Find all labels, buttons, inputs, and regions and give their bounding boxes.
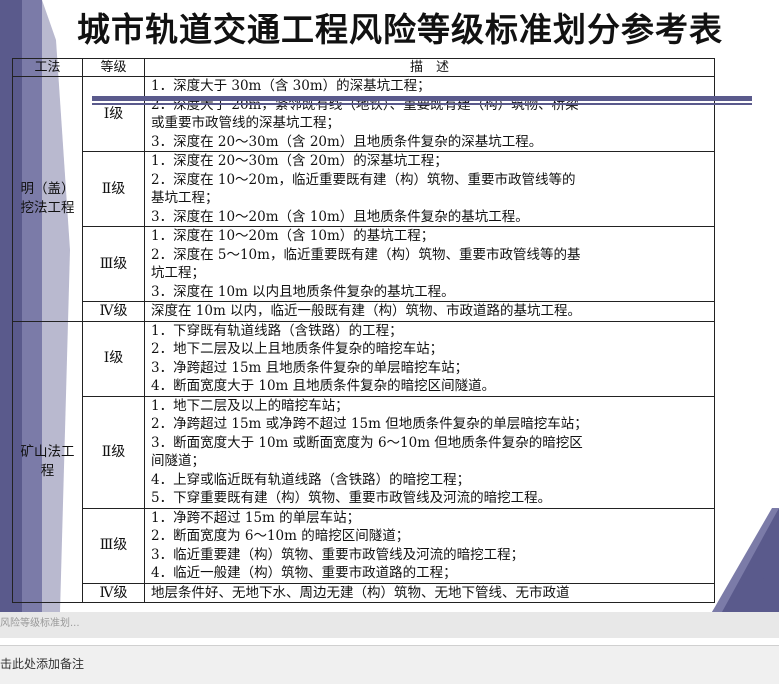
description-line: 3．临近重要建（构）筑物、重要市政管线及河流的暗挖工程；: [151, 546, 525, 563]
table-header-row: 工法 等级 描 述: [12, 58, 715, 77]
description-line: 地层条件好、无地下水、周边无建（构）筑物、无地下管线、无市政道: [151, 584, 570, 601]
description-cell: 1．深度在 10～20m（含 10m）的基坑工程； 2．深度在 5～10m，临近重…: [144, 226, 715, 302]
risk-level-table[interactable]: 工法 等级 描 述 明（盖）挖法工程 Ⅰ级 1．深度大于 30m（含 30m）的深基…: [12, 58, 715, 603]
table-row: Ⅱ级 1．地下二层及以上的暗挖车站； 2．净跨超过 15m 或净跨不超过 15m 但…: [13, 395, 715, 509]
title-underline-thin: [92, 103, 752, 105]
description-cell: 1．净跨不超过 15m 的单层车站； 2．断面宽度为 6～10m 的暗挖区间隧道；…: [144, 507, 715, 584]
grade-cell: Ⅱ级: [82, 151, 145, 227]
corner-decoration: [712, 508, 779, 612]
grade-cell: Ⅱ级: [82, 395, 145, 509]
description-line: 3．深度在 10m 以内且地质条件复杂的基坑工程。: [151, 283, 455, 300]
description-line: 4．临近一般建（构）筑物、重要市政道路的工程；: [151, 565, 457, 581]
description-line: 间隧道；: [151, 453, 205, 469]
method-cell: 矿山法工程: [12, 320, 83, 603]
description-cell: 深度在 10m 以内，临近一般既有建（构）筑物、市政道路的基坑工程。: [144, 301, 715, 322]
description-line: 或重要市政管线的深基坑工程；: [151, 115, 340, 131]
description-cell: 1．深度大于 30m（含 30m）的深基坑工程；2．深度大于 20m，紧邻既有线…: [144, 76, 715, 152]
header-grade: 等级: [82, 58, 145, 77]
table-row: 明（盖）挖法工程Ⅰ级1．深度大于 30m（含 30m）的深基坑工程；2．深度大于…: [12, 76, 715, 322]
description-line: 2．地下二层及以上且地质条件复杂的暗挖车站；: [151, 341, 444, 357]
description-line: 5．下穿重要既有建（构）筑物、重要市政管线及河流的暗挖工程。: [151, 490, 552, 506]
description-line: 2．深度在 5～10m，临近重要既有建（构）筑物、重要市政管线等的基: [151, 246, 581, 263]
description-line: 基坑工程；: [151, 190, 219, 206]
description-cell: 地层条件好、无地下水、周边无建（构）筑物、无地下管线、无市政道: [144, 582, 715, 603]
table-row: 矿山法工程 Ⅰ级 1．下穿既有轨道线路（含铁路）的工程； 2．地下二层及以上且地质条件…: [12, 320, 715, 603]
grade-cell: Ⅰ级: [82, 76, 145, 152]
description-line: 4．上穿或临近既有轨道线路（含铁路）的暗挖工程；: [151, 471, 471, 488]
table-row: Ⅱ级 1．深度在 20～30m（含 20m）的深基坑工程； 2．深度在 10～20m…: [13, 151, 715, 227]
header-description: 描 述: [144, 58, 715, 77]
description-line: 3．深度在 10～20m（含 10m）且地质条件复杂的基坑工程。: [151, 208, 529, 225]
description-line: 1．下穿既有轨道线路（含铁路）的工程；: [151, 322, 403, 339]
slide-thumbnail-strip: [0, 612, 779, 638]
slide-canvas: 城市轨道交通工程风险等级标准划分参考表 工法 等级 描 述 明（盖）挖法工程 Ⅰ级…: [0, 0, 779, 612]
description-line: 1．深度大于 30m（含 30m）的深基坑工程；: [151, 78, 431, 94]
page-number: 7: [758, 570, 770, 589]
description-line: 深度在 10m 以内，临近一般既有建（构）筑物、市政道路的基坑工程。: [151, 303, 582, 319]
description-line: 4．断面宽度大于 10m 且地质条件复杂的暗挖区间隧道。: [151, 378, 496, 394]
grade-cell: Ⅰ级: [82, 320, 145, 397]
grade-cell: Ⅳ级: [82, 301, 145, 322]
title-underline-bar: [92, 96, 752, 101]
description-line: 3．深度在 20～30m（含 20m）且地质条件复杂的深基坑工程。: [151, 133, 543, 150]
header-method: 工法: [12, 58, 83, 77]
notes-placeholder[interactable]: 击此处添加备注: [0, 655, 84, 672]
description-line: 3．净跨超过 15m 且地质条件复杂的单层暗挖车站；: [151, 359, 469, 376]
description-line: 2．断面宽度为 6～10m 的暗挖区间隧道；: [151, 528, 410, 544]
description-line: 1．深度在 10～20m（含 10m）的基坑工程；: [151, 228, 435, 244]
description-line: 2．净跨超过 15m 或净跨不超过 15m 但地质条件复杂的单层暗挖车站；: [151, 416, 588, 432]
description-cell: 1．下穿既有轨道线路（含铁路）的工程； 2．地下二层及以上且地质条件复杂的暗挖车站…: [144, 320, 715, 397]
description-line: 3．断面宽度大于 10m 或断面宽度为 6～10m 但地质条件复杂的暗挖区: [151, 434, 583, 451]
description-line: 2．深度在 10～20m，临近重要既有建（构）筑物、重要市政管线等的: [151, 171, 576, 188]
description-line: 坑工程；: [151, 265, 205, 281]
grade-cell: Ⅳ级: [82, 582, 145, 603]
description-cell: 1．地下二层及以上的暗挖车站； 2．净跨超过 15m 或净跨不超过 15m 但地质…: [144, 395, 715, 509]
description-line: 1．地下二层及以上的暗挖车站；: [151, 397, 349, 414]
description-line: 1．净跨不超过 15m 的单层车站；: [151, 509, 361, 526]
slide-title[interactable]: 城市轨道交通工程风险等级标准划分参考表: [40, 4, 760, 56]
table-row: Ⅲ级 1．净跨不超过 15m 的单层车站； 2．断面宽度为 6～10m 的暗挖区间隧…: [13, 507, 715, 584]
description-line: 1．深度在 20～30m（含 20m）的深基坑工程；: [151, 153, 448, 169]
table-row: Ⅳ级 地层条件好、无地下水、周边无建（构）筑物、无地下管线、无市政道: [13, 582, 715, 603]
notes-pane[interactable]: [0, 645, 779, 684]
table-row: Ⅳ级 深度在 10m 以内，临近一般既有建（构）筑物、市政道路的基坑工程。: [13, 301, 715, 322]
thumbnail-label[interactable]: 风险等级标准划...: [0, 614, 100, 634]
table-row: Ⅲ级 1．深度在 10～20m（含 10m）的基坑工程； 2．深度在 5～10m，临…: [13, 226, 715, 302]
grade-cell: Ⅲ级: [82, 226, 145, 302]
method-cell: 明（盖）挖法工程: [12, 76, 83, 322]
description-cell: 1．深度在 20～30m（含 20m）的深基坑工程； 2．深度在 10～20m，临…: [144, 151, 715, 227]
grade-cell: Ⅲ级: [82, 507, 145, 584]
